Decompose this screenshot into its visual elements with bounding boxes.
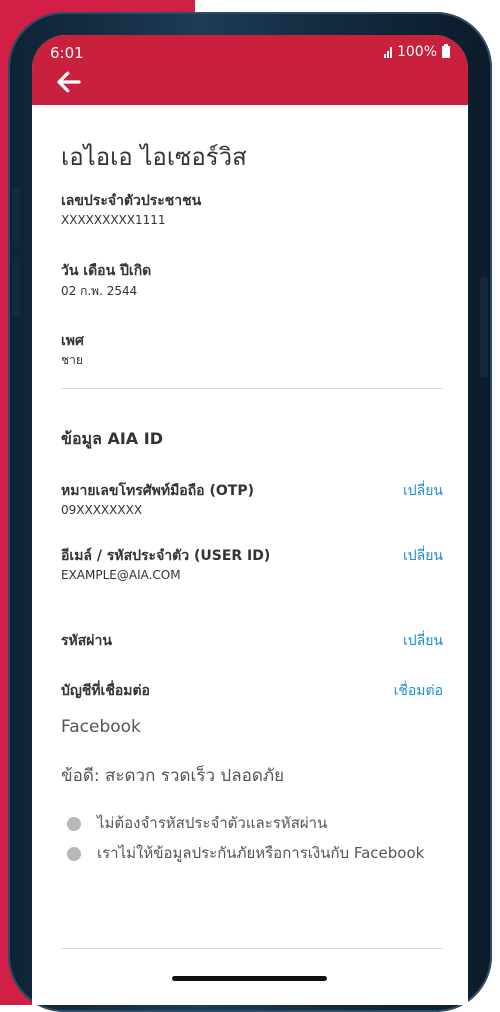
- phone-otp-label: หมายเลขโทรศัพท์มือถือ (OTP): [61, 483, 254, 499]
- phone-otp-value: 09XXXXXXXX: [61, 503, 143, 517]
- phone-screen: 6:01 100% เอไอเอ ไอเซอร์วิส เลขประจำตัวป…: [32, 35, 468, 1005]
- benefit-1: ไม่ต้องจำรหัสประจำตัวและรหัสผ่าน: [97, 814, 328, 832]
- power-button: [480, 277, 488, 377]
- change-password-link[interactable]: เปลี่ยน: [403, 630, 443, 652]
- battery-percentage: 100%: [396, 44, 437, 60]
- battery-icon: [442, 44, 450, 58]
- home-indicator: [172, 976, 327, 981]
- back-arrow-icon[interactable]: [54, 67, 84, 97]
- email-userid-value: EXAMPLE@AIA.COM: [61, 568, 181, 582]
- gender-label: เพศ: [61, 333, 84, 349]
- bullet-icon: [67, 817, 81, 831]
- citizen-id-value: XXXXXXXXX1111: [61, 213, 166, 227]
- connect-link[interactable]: เชื่อมต่อ: [394, 680, 443, 702]
- status-indicators: 100%: [383, 44, 450, 60]
- divider: [61, 948, 443, 949]
- gender-value: ชาย: [61, 353, 83, 367]
- email-userid-label: อีเมล์ / รหัสประจำตัว (USER ID): [61, 548, 271, 564]
- volume-down-button: [12, 257, 20, 317]
- profile-name: เอไอเอ ไอเซอร์วิส: [61, 143, 247, 171]
- change-phone-link[interactable]: เปลี่ยน: [403, 480, 443, 502]
- dob-value: 02 ก.พ. 2544: [61, 284, 138, 298]
- benefits-title: ข้อดี: สะดวก รวดเร็ว ปลอดภัย: [61, 766, 285, 786]
- volume-up-button: [12, 187, 20, 247]
- divider: [61, 388, 443, 389]
- aia-id-section-title: ข้อมูล AIA ID: [61, 429, 163, 448]
- dob-label: วัน เดือน ปีเกิด: [61, 263, 152, 279]
- bullet-icon: [67, 847, 81, 861]
- facebook-label: Facebook: [61, 717, 141, 737]
- app-header: 6:01 100%: [32, 35, 468, 105]
- change-email-link[interactable]: เปลี่ยน: [403, 545, 443, 567]
- benefit-2: เราไม่ให้ข้อมูลประกันภัยหรือการเงินกับ F…: [97, 844, 425, 862]
- citizen-id-label: เลขประจำตัวประชาชน: [61, 193, 202, 209]
- signal-icon: [383, 46, 392, 58]
- linked-accounts-label: บัญชีที่เชื่อมต่อ: [61, 683, 150, 699]
- status-time: 6:01: [50, 44, 84, 62]
- password-label: รหัสผ่าน: [61, 633, 112, 649]
